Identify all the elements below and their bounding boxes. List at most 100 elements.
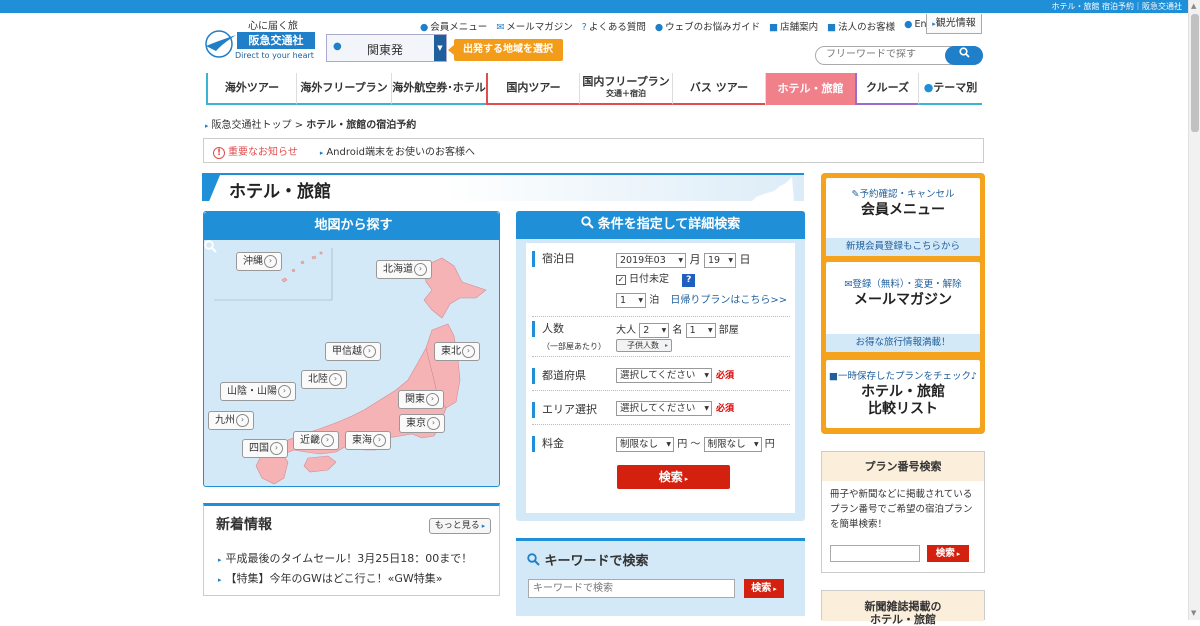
alert-icon: ! [213,146,225,159]
plan-search-button[interactable]: 検索 ▸ [927,545,969,562]
map-region-okinawa[interactable]: 沖縄 [236,252,282,271]
member-menu-link[interactable]: ✎予約確認・キャンセル 会員メニュー 新規会員登録もこちらから [826,178,980,256]
nav-overseas-free[interactable]: 海外フリープラン [296,73,391,105]
news-more-button[interactable]: もっと見る ▸ [429,518,491,534]
search-icon [580,216,594,229]
notice-bar: ! 重要なお知らせ ▸ Android端末をお使いのお客様へ [203,138,984,163]
stay-month-select[interactable]: 2019年03 [616,253,686,268]
area-select[interactable]: 選択してください [616,401,712,416]
arrow-icon: ▸ [218,556,222,564]
map-region-kinki[interactable]: 近畿 [293,431,339,450]
daytrip-link[interactable]: 日帰りプランはこちら>> [670,295,787,306]
date-undecided-checkbox[interactable]: ✓ [616,275,626,285]
prefecture-row: 都道府県 選択してください必須 [532,361,790,391]
nav-overseas-air-hotel[interactable]: 海外航空券･ホテル [391,73,486,105]
android-notice-link[interactable]: ▸ Android端末をお使いのお客様へ [320,143,475,158]
mail-icon: ✉ [496,22,505,33]
map-region-kanto[interactable]: 関東 [398,390,444,409]
room-unit: 部屋 [718,325,739,336]
nav-domestic-free[interactable]: 国内フリープラン 交通＋宿泊 [579,73,672,105]
map-region-shikoku[interactable]: 四国 [242,439,288,458]
member-small: ✎予約確認・キャンセル [851,189,955,200]
bulb-icon: ● [654,22,664,33]
adults-select[interactable]: 2 [639,323,670,338]
arrow-icon: ▸ [664,342,668,349]
nav-hotel[interactable]: ホテル・旅館 [765,73,855,105]
arrow-icon: ▸ [205,122,209,130]
utility-faq[interactable]: ? よくある質問 [582,19,646,33]
chevron-down-icon[interactable]: ▼ [434,35,446,61]
nav-domestic-tour[interactable]: 国内ツアー [486,73,579,105]
plan-number-input[interactable] [830,545,920,562]
nav-theme[interactable]: ●テーマ別 [918,73,982,105]
side-member-box: ✎予約確認・キャンセル 会員メニュー 新規会員登録もこちらから ✉登録（無料）・… [821,173,985,434]
utility-store[interactable]: ■ 店舗案内 [769,19,818,33]
person-unit: 名 [672,325,683,336]
arrow-icon: ▸ [684,475,689,483]
price-max-select[interactable]: 制限なし [703,437,762,452]
area-label: エリア選択 [532,402,597,418]
rooms-select[interactable]: 1 [685,323,716,338]
stay-day-select[interactable]: 19 [704,253,736,268]
detail-search-panel: 条件を指定して詳細検索 宿泊日 2019年03 月 19 日 ✓日付未定 ? 1… [516,211,805,521]
breadcrumb-home[interactable]: 阪急交通社トップ [212,120,292,131]
nights-unit: 泊 [649,295,660,306]
member-foot[interactable]: 新規会員登録もこちらから [826,238,980,256]
utility-corporate[interactable]: ■ 法人のお客様 [827,19,895,33]
mail-foot[interactable]: お得な旅行情報満載！ [826,334,980,352]
map-region-koshinetsu[interactable]: 甲信越 [325,342,381,361]
map-region-tokyo[interactable]: 東京 [399,414,445,433]
utility-nav: ● 会員メニュー ✉ メールマガジン ? よくある質問 ● ウェブのお悩みガイド ■ 店舗… [420,19,949,33]
plan-number-search: プラン番号検索 冊子や新聞などに掲載されているプラン番号でご希望の宿泊プランを簡… [821,451,985,573]
news-item[interactable]: ▸ 【特集】今年のGWはどこ行こ！«GW特集» [218,570,442,586]
nav-bus-tour[interactable]: バス ツアー [672,73,765,105]
nights-select[interactable]: 1 [616,293,646,308]
price-min-select[interactable]: 制限なし [616,437,674,452]
breadcrumb-separator: > [294,120,304,131]
freeword-search-button[interactable] [945,46,983,65]
freeword-input[interactable] [826,49,946,60]
adult-label: 大人 [616,325,636,336]
map-region-hokuriku[interactable]: 北陸 [301,370,347,389]
map-region-sanin-sanyo[interactable]: 山陰・山陽 [220,382,296,401]
people-note: （一部屋あたり） [542,342,606,351]
map-region-kyushu[interactable]: 九州 [208,411,254,430]
map-region-tokai[interactable]: 東海 [345,431,391,450]
utility-guide[interactable]: ● ウェブのお悩みガイド [655,19,760,33]
page-scrollbar[interactable]: ▲ ▼ [1188,0,1200,620]
kanko-info-link[interactable]: ▸観光情報 [926,14,982,34]
price-row: 料金 制限なし 円 ～ 制限なし 円 [532,429,790,459]
news-item[interactable]: ▸ 平成最後のタイムセール！3月25日18：00まで！ [218,550,472,566]
utility-member[interactable]: ● 会員メニュー [420,19,487,33]
prefecture-select[interactable]: 選択してください [616,368,712,383]
magazine-section: 新聞雑誌掲載の ホテル・旅館 [821,590,985,626]
departure-value: 関東発 [367,43,404,57]
compare-list-link[interactable]: ■一時保存したプランをチェック♪ ホテル・旅館 比較リスト [826,360,980,428]
top-banner: ホテル・旅館 宿泊予約｜阪急交通社 [0,0,1188,13]
global-nav: 海外ツアー 海外フリープラン 海外航空券･ホテル 国内ツアー 国内フリープラン交… [206,73,982,105]
search-icon [527,553,540,569]
scroll-up-icon[interactable]: ▲ [1191,2,1196,10]
scroll-down-icon[interactable]: ▼ [1191,609,1196,617]
user-icon: ● [420,22,429,33]
breadcrumb-current: ホテル・旅館の宿泊予約 [306,120,417,131]
departure-select[interactable]: ● 関東発 ▼ [326,34,447,62]
mail-magazine-link[interactable]: ✉登録（無料）・変更・解除 メールマガジン お得な旅行情報満載！ [826,262,980,352]
keyword-search-button[interactable]: 検索 ▸ [744,579,784,598]
arrow-icon: ▸ [319,149,324,157]
nav-overseas-tour[interactable]: 海外ツアー [206,73,296,105]
compare-small: ■一時保存したプランをチェック♪ [828,371,978,382]
important-notice-link[interactable]: ! 重要なお知らせ [213,143,298,159]
scroll-thumb[interactable] [1191,14,1199,132]
map-region-hokkaido[interactable]: 北海道 [376,260,432,279]
map-region-tohoku[interactable]: 東北 [434,342,480,361]
child-count-button[interactable]: 子供人数 ▸ [616,339,672,352]
detail-search-button[interactable]: 検索 ▸ [617,465,730,489]
nav-cruise[interactable]: クルーズ [855,73,918,105]
keyword-input[interactable] [528,579,735,598]
plan-heading: プラン番号検索 [822,452,984,481]
compare-big-1: ホテル・旅館 [861,384,945,400]
help-icon[interactable]: ? [682,274,696,287]
site-logo[interactable]: 心に届く旅 阪急交通社 Direct to your heart [204,17,316,65]
utility-mail[interactable]: ✉ メールマガジン [496,19,572,33]
